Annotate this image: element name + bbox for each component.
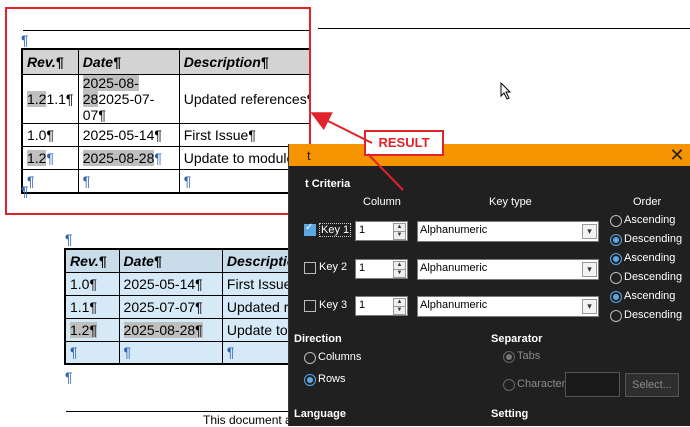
key-3-descending-label: Descending [624, 309, 683, 321]
key-3-type-select[interactable]: Alphanumeric ▾ [417, 296, 599, 317]
tabs-radio[interactable] [503, 351, 515, 363]
key-1-ascending-radio[interactable] [610, 215, 622, 227]
rev-header: Rev.¶ [21, 48, 79, 75]
table-cell[interactable]: 1.0¶ [64, 271, 120, 296]
table-cell[interactable]: 2025-05-14¶ [118, 271, 223, 296]
key-3-checkbox[interactable] [304, 300, 316, 312]
footer-rule [66, 411, 290, 412]
key-2-ascending-radio[interactable] [610, 253, 622, 265]
dialog-titlebar: t ✕ [289, 144, 690, 166]
table-row: 1.0¶ 2025-05-14¶ First Issue¶ [64, 271, 324, 296]
key-3-label: Key 3 [319, 299, 348, 311]
result-label: RESULT [364, 130, 444, 156]
tabs-label: Tabs [517, 350, 541, 362]
table-cell[interactable]: 2025-08-28¶ [77, 146, 180, 170]
key-1-type-select[interactable]: Alphanumeric ▾ [417, 221, 599, 242]
direction-heading: Direction [294, 333, 342, 345]
key-1-ascending-label: Ascending [624, 214, 676, 226]
key-3-ascending-label: Ascending [624, 290, 676, 302]
sort-dialog: t ✕ t Criteria Column Key type Order Key… [288, 144, 690, 426]
chevron-down-icon: ▾ [582, 262, 597, 277]
language-heading: Language [294, 408, 346, 420]
key-2-descending-radio[interactable] [610, 272, 622, 284]
table-cell[interactable]: 1.2¶ [21, 146, 79, 170]
key-1-checkbox[interactable] [304, 222, 316, 236]
table-cell[interactable]: Updated references¶ [178, 74, 309, 124]
rows-label: Rows [318, 373, 346, 385]
paragraph-mark: ¶ [21, 32, 29, 48]
character-radio[interactable] [503, 379, 515, 391]
key-1-descending-label: Descending [624, 233, 683, 245]
table-row: 1.21.1¶ 2025-08-282025-07-07¶ Updated re… [21, 74, 309, 124]
table-cell[interactable]: 1.0¶ [21, 123, 79, 147]
sort-criteria-heading: t Criteria [305, 178, 351, 190]
table-row: ¶ ¶ ¶ [21, 169, 309, 193]
table-cell[interactable]: ¶ [77, 169, 180, 193]
table-cell[interactable]: 2025-05-14¶ [77, 123, 180, 147]
description-header: Description¶ [178, 48, 309, 75]
table-cell[interactable]: 1.1¶ [64, 294, 120, 319]
rev-header: Rev.¶ [64, 248, 120, 273]
table-row: ¶ ¶ ¶ [64, 340, 324, 365]
key-2-label: Key 2 [319, 261, 348, 273]
date-header: Date¶ [118, 248, 223, 273]
table-cell[interactable]: 2025-08-28¶ [118, 317, 223, 342]
chevron-down-icon: ▾ [582, 224, 597, 239]
key-3-descending-radio[interactable] [610, 310, 622, 322]
key-3-column-spinner[interactable]: 1 ▲ ▼ [355, 296, 408, 316]
columns-radio[interactable] [304, 352, 316, 364]
top-rule [318, 28, 690, 29]
paragraph-mark: ¶ [65, 369, 73, 385]
columns-label: Columns [318, 351, 362, 363]
sorted-table: Rev.¶ Date¶ Description¶ 1.21.1¶ 2025-08… [21, 48, 309, 194]
paragraph-mark: ¶ [21, 183, 29, 199]
dialog-title: t [307, 148, 311, 163]
table-row: 1.2¶ 2025-08-28¶ Update to m [64, 317, 324, 342]
key-1-label: Key 1 [319, 223, 352, 237]
key-2-column-spinner[interactable]: 1 ▲ ▼ [355, 259, 408, 279]
table-cell[interactable]: 2025-08-282025-07-07¶ [77, 74, 180, 124]
footer-text: This document an [203, 413, 299, 427]
table-row: 1.2¶ 2025-08-28¶ Update to modules¶ [21, 146, 309, 170]
table-cell[interactable]: 1.21.1¶ [21, 74, 79, 124]
chevron-down-icon: ▾ [582, 299, 597, 314]
key-2-descending-label: Descending [624, 271, 683, 283]
character-field[interactable] [565, 372, 620, 397]
key-1-column-spinner[interactable]: 1 ▲ ▼ [355, 221, 408, 241]
key-2-type-select[interactable]: Alphanumeric ▾ [417, 259, 599, 280]
select-button[interactable]: Select... [625, 373, 679, 397]
order-header: Order [633, 196, 662, 208]
table-row: 1.0¶ 2025-05-14¶ First Issue¶ [21, 123, 309, 147]
table-cell[interactable]: 2025-07-07¶ [118, 294, 223, 319]
key-2-checkbox[interactable] [304, 262, 316, 274]
column-header: Column [363, 196, 401, 208]
separator-heading: Separator [491, 333, 543, 345]
inset-rule [23, 30, 309, 31]
key-1-descending-radio[interactable] [610, 234, 622, 246]
character-label: Character [517, 378, 566, 390]
table-cell[interactable]: 1.2¶ [64, 317, 120, 342]
table-cell[interactable]: ¶ [21, 169, 79, 193]
date-header: Date¶ [77, 48, 180, 75]
result-inset: ¶ Rev.¶ Date¶ Description¶ 1.21.1¶ 2025-… [5, 7, 311, 215]
setting-heading: Setting [491, 408, 529, 420]
rows-radio[interactable] [304, 374, 316, 386]
mouse-pointer-icon [500, 82, 512, 100]
table-cell[interactable]: ¶ [64, 340, 120, 365]
table-row: 1.1¶ 2025-07-07¶ Updated re [64, 294, 324, 319]
revision-table: Rev.¶ Date¶ Descriptio 1.0¶ 2025-05-14¶ … [64, 248, 324, 365]
key-3-ascending-radio[interactable] [610, 291, 622, 303]
table-cell[interactable]: ¶ [118, 340, 223, 365]
key-type-header: Key type [489, 196, 532, 208]
close-icon[interactable]: ✕ [668, 145, 686, 165]
paragraph-mark: ¶ [65, 231, 73, 247]
key-2-ascending-label: Ascending [624, 252, 676, 264]
